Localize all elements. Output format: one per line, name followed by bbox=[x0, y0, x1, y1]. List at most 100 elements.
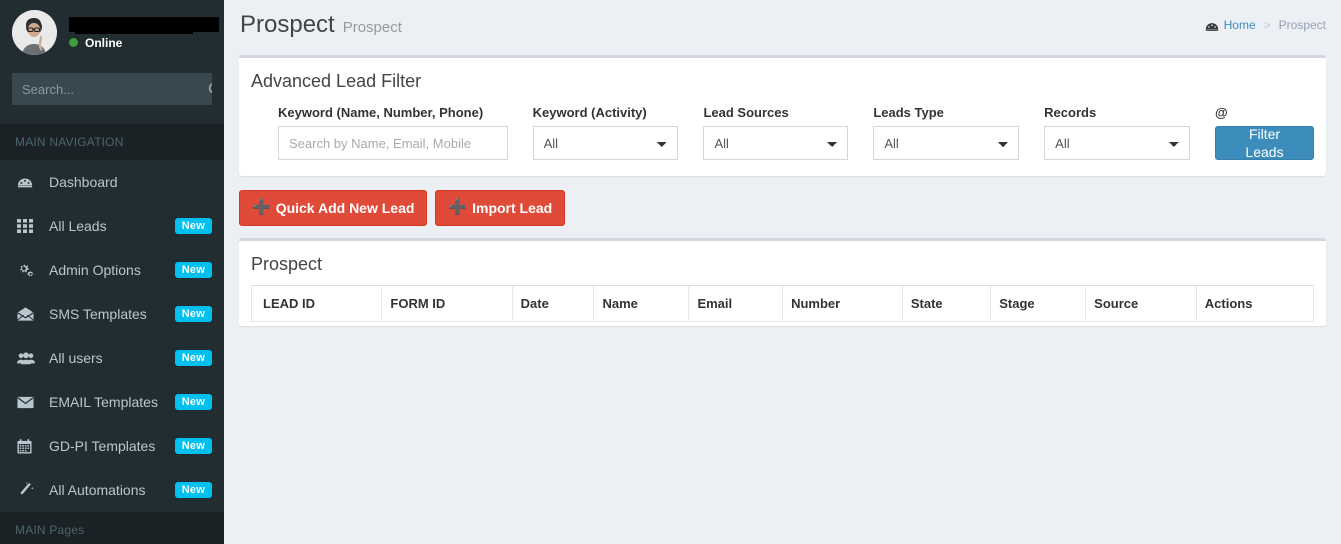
breadcrumb-home-link[interactable]: Home bbox=[1224, 18, 1256, 32]
sidebar-item-all-leads[interactable]: All Leads New bbox=[0, 204, 224, 248]
dashboard-icon bbox=[1205, 19, 1219, 32]
status-badge: New bbox=[174, 218, 212, 234]
table-box-header: Prospect bbox=[239, 241, 1326, 285]
plus-icon: ➕ bbox=[252, 199, 271, 217]
sidebar-item-label: GD-PI Templates bbox=[49, 438, 156, 454]
app-root: Online MAIN NAVIGATION bbox=[0, 0, 1341, 544]
quick-add-new-lead-button[interactable]: ➕ Quick Add New Lead bbox=[239, 190, 428, 227]
status-badge: New bbox=[174, 394, 212, 410]
status-badge: New bbox=[174, 262, 212, 278]
status-badge: New bbox=[174, 438, 212, 454]
advanced-lead-filter-box: Advanced Lead Filter Keyword (Name, Numb… bbox=[239, 55, 1326, 177]
filter-box-header: Advanced Lead Filter bbox=[239, 58, 1326, 102]
leads-type-select[interactable]: All bbox=[873, 126, 1020, 161]
table-box-title: Prospect bbox=[251, 254, 323, 275]
column-header-email[interactable]: Email bbox=[688, 285, 784, 323]
sidebar-item-admin-options[interactable]: Admin Options New bbox=[0, 248, 224, 292]
lead-sources-select[interactable]: All bbox=[703, 126, 849, 161]
column-header-date[interactable]: Date bbox=[511, 285, 595, 323]
sidebar-item-label: Dashboard bbox=[49, 174, 118, 190]
avatar bbox=[12, 10, 57, 55]
sidebar-item-label: All Automations bbox=[49, 482, 146, 498]
search-button[interactable] bbox=[208, 73, 212, 105]
sidebar-nav: Dashboard All Leads New Admin Options Ne… bbox=[0, 160, 224, 512]
user-name-redacted bbox=[69, 16, 219, 34]
field-label: Keyword (Name, Number, Phone) bbox=[278, 105, 484, 121]
column-header-form-id[interactable]: FORM ID bbox=[381, 285, 513, 323]
import-lead-button[interactable]: ➕ Import Lead bbox=[435, 190, 566, 227]
status-badge: New bbox=[174, 482, 212, 498]
user-panel: Online bbox=[0, 0, 224, 65]
breadcrumb-current: Prospect bbox=[1278, 18, 1326, 32]
users-icon bbox=[17, 351, 39, 365]
sidebar-item-sms-templates[interactable]: SMS Templates New bbox=[0, 292, 224, 336]
column-header-stage[interactable]: Stage bbox=[990, 285, 1087, 323]
filter-box-title: Advanced Lead Filter bbox=[251, 71, 422, 91]
sidebar-item-all-users[interactable]: All users New bbox=[0, 336, 224, 380]
action-buttons-row: ➕ Quick Add New Lead ➕ Import Lead bbox=[239, 190, 1326, 238]
breadcrumb-separator: > bbox=[1263, 18, 1271, 32]
gears-icon bbox=[17, 262, 39, 278]
field-label: Keyword (Activity) bbox=[532, 105, 647, 121]
quick-add-label: Quick Add New Lead bbox=[275, 200, 415, 217]
prospect-table: LEAD ID FORM ID Date Name Email Number S… bbox=[250, 285, 1315, 323]
filter-row: Keyword (Name, Number, Phone) Keyword (A… bbox=[251, 102, 1314, 161]
calendar-icon bbox=[17, 438, 39, 454]
status-badge: New bbox=[174, 350, 212, 366]
user-info: Online bbox=[57, 16, 219, 50]
sidebar-item-label: All users bbox=[49, 350, 103, 366]
filter-leads-button[interactable]: Filter Leads bbox=[1215, 126, 1314, 161]
sidebar: Online MAIN NAVIGATION bbox=[0, 0, 224, 544]
field-filter-submit: @ Filter Leads bbox=[1215, 105, 1314, 161]
open-envelope-icon bbox=[17, 307, 39, 321]
field-label: Records bbox=[1044, 105, 1097, 121]
sidebar-item-all-automations[interactable]: All Automations New bbox=[0, 468, 224, 512]
table-head: LEAD ID FORM ID Date Name Email Number S… bbox=[250, 285, 1315, 323]
online-dot-icon bbox=[69, 38, 78, 47]
column-header-source[interactable]: Source bbox=[1085, 285, 1197, 323]
import-lead-label: Import Lead bbox=[472, 200, 553, 217]
field-leads-type: Leads Type All bbox=[873, 105, 1044, 161]
content-header: Prospect Prospect Home > Prospect bbox=[224, 0, 1341, 55]
keyword-name-input[interactable] bbox=[278, 126, 508, 161]
sidebar-item-label: EMAIL Templates bbox=[49, 394, 158, 410]
table-box-body: LEAD ID FORM ID Date Name Email Number S… bbox=[239, 285, 1326, 326]
records-select[interactable]: All bbox=[1044, 126, 1190, 161]
grid-icon bbox=[17, 219, 39, 233]
pages-section-header: MAIN Pages bbox=[0, 512, 224, 544]
envelope-icon bbox=[17, 396, 39, 409]
sidebar-search[interactable] bbox=[12, 73, 212, 105]
search-input[interactable] bbox=[12, 73, 208, 105]
sidebar-item-dashboard[interactable]: Dashboard bbox=[0, 160, 224, 204]
column-header-lead-id[interactable]: LEAD ID bbox=[250, 285, 383, 323]
content-body: Advanced Lead Filter Keyword (Name, Numb… bbox=[224, 55, 1341, 327]
dashboard-icon bbox=[17, 174, 39, 190]
field-label: Lead Sources bbox=[703, 105, 789, 121]
column-header-state[interactable]: State bbox=[901, 285, 992, 323]
user-status: Online bbox=[69, 36, 216, 50]
prospect-table-box: Prospect LEAD ID FORM ID Date Name Email… bbox=[239, 238, 1326, 327]
column-header-actions[interactable]: Actions bbox=[1195, 285, 1315, 323]
sidebar-item-label: All Leads bbox=[49, 218, 107, 234]
filter-box-body: Keyword (Name, Number, Phone) Keyword (A… bbox=[239, 102, 1326, 176]
nav-section-header: MAIN NAVIGATION bbox=[0, 124, 224, 160]
field-label: Leads Type bbox=[873, 105, 944, 121]
sidebar-item-email-templates[interactable]: EMAIL Templates New bbox=[0, 380, 224, 424]
field-records: Records All bbox=[1044, 105, 1215, 161]
column-header-number[interactable]: Number bbox=[782, 285, 903, 323]
sidebar-item-label: Admin Options bbox=[49, 262, 141, 278]
field-keyword-name: Keyword (Name, Number, Phone) bbox=[278, 105, 533, 161]
column-header-name[interactable]: Name bbox=[593, 285, 690, 323]
main-content: Prospect Prospect Home > Prospect Advanc… bbox=[224, 0, 1341, 544]
sidebar-item-gdpi-templates[interactable]: GD-PI Templates New bbox=[0, 424, 224, 468]
at-symbol-label: @ bbox=[1215, 105, 1228, 120]
keyword-activity-select[interactable]: All bbox=[532, 126, 679, 161]
page-title-text: Prospect bbox=[240, 11, 335, 38]
sidebar-item-label: SMS Templates bbox=[49, 306, 147, 322]
page-title: Prospect Prospect bbox=[240, 13, 402, 37]
field-keyword-activity: Keyword (Activity) All bbox=[532, 105, 704, 161]
magic-wand-icon bbox=[17, 482, 39, 498]
breadcrumb: Home > Prospect bbox=[1205, 18, 1326, 32]
page-subtitle: Prospect bbox=[342, 19, 402, 36]
plus-icon: ➕ bbox=[448, 199, 468, 217]
